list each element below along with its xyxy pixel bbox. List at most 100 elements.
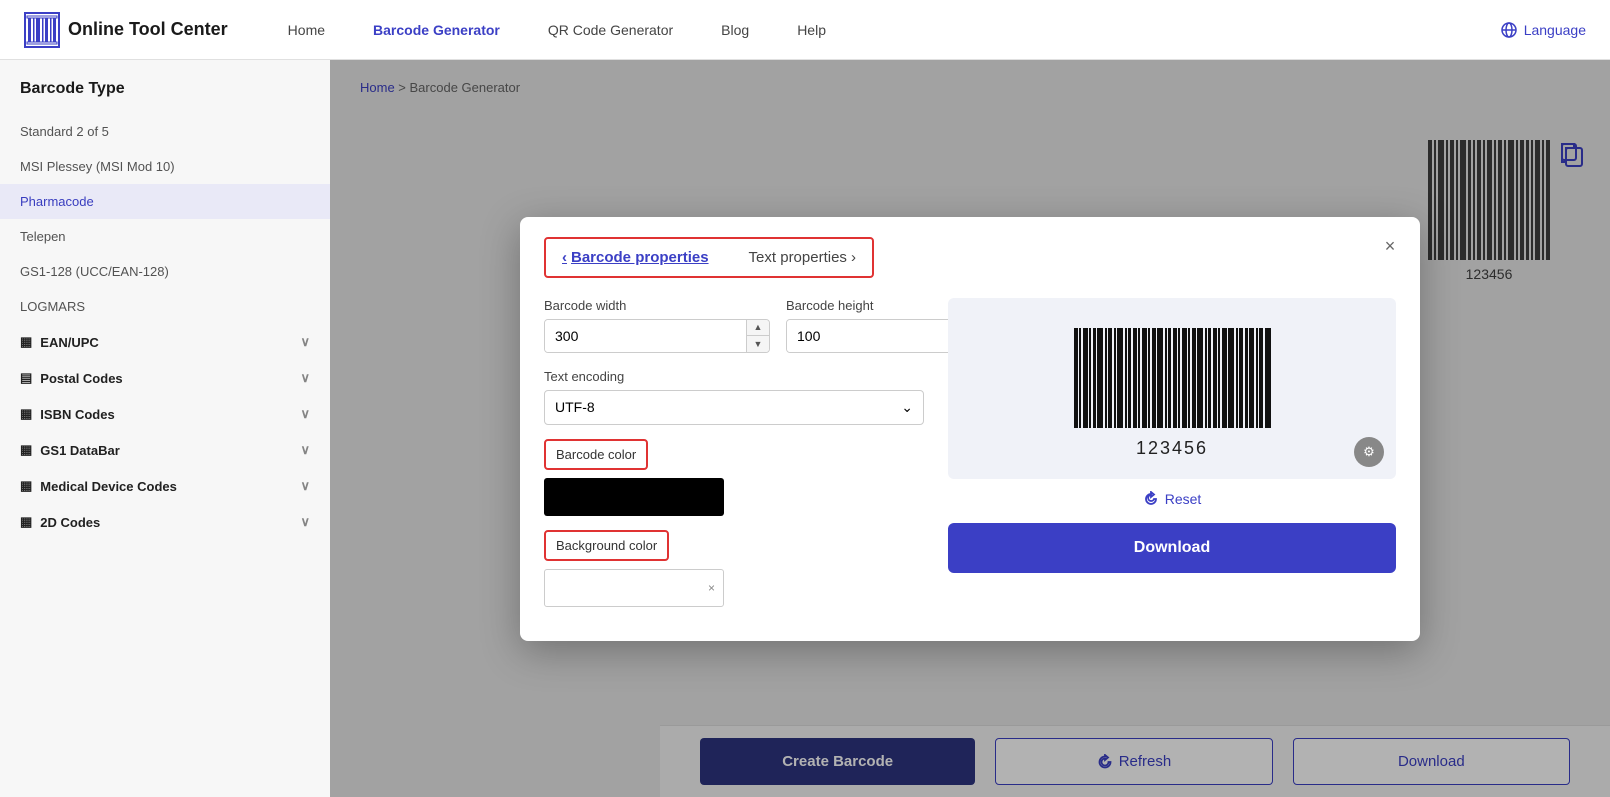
bar (1108, 328, 1112, 428)
nav-blog[interactable]: Blog (721, 22, 749, 38)
background-color-label: Background color (544, 530, 669, 561)
sidebar-group-medical[interactable]: ▦ Medical Device Codes ∨ (0, 468, 330, 504)
bar (1218, 328, 1220, 428)
sidebar-item-telepen[interactable]: Telepen (0, 219, 330, 254)
text-encoding-value: UTF-8 (555, 399, 595, 415)
bar (1138, 328, 1140, 428)
sidebar-item-msi[interactable]: MSI Plessey (MSI Mod 10) (0, 149, 330, 184)
reset-label: Reset (1165, 491, 1202, 507)
logo[interactable]: Online Tool Center (24, 12, 228, 48)
modal-left-panel: Barcode width ▲ ▼ Barco (544, 298, 924, 621)
nav-help[interactable]: Help (797, 22, 826, 38)
modal-overlay: ‹ Barcode properties Text properties › × (330, 60, 1610, 797)
dimensions-row: Barcode width ▲ ▼ Barco (544, 298, 924, 353)
sidebar-item-standard2of5[interactable]: Standard 2 of 5 (0, 114, 330, 149)
sidebar-group-postal[interactable]: ▤ Postal Codes ∨ (0, 360, 330, 396)
bar (1236, 328, 1238, 428)
modal-body: Barcode width ▲ ▼ Barco (520, 278, 1420, 641)
bar (1114, 328, 1116, 428)
bar (1197, 328, 1203, 428)
bar (1205, 328, 1207, 428)
logo-text: Online Tool Center (68, 19, 228, 40)
barcode-color-label: Barcode color (544, 439, 648, 470)
clear-bg-color-button[interactable]: × (708, 581, 715, 595)
bar (1173, 328, 1177, 428)
nav-barcode-generator[interactable]: Barcode Generator (373, 22, 500, 38)
background-color-swatch[interactable]: × (544, 569, 724, 607)
right-arrow-icon: › (851, 249, 856, 266)
bar (1249, 328, 1254, 428)
bar (1142, 328, 1147, 428)
nav-qr-code[interactable]: QR Code Generator (548, 22, 673, 38)
barcode-width-group: Barcode width ▲ ▼ (544, 298, 770, 353)
sidebar-item-logmars[interactable]: LOGMARS (0, 289, 330, 324)
bar (1265, 328, 1271, 428)
barcode-width-input[interactable] (545, 320, 746, 352)
logo-icon (24, 12, 60, 48)
sidebar-item-gs1-128[interactable]: GS1-128 (UCC/EAN-128) (0, 254, 330, 289)
language-selector[interactable]: Language (1500, 21, 1586, 39)
modal-right-panel: 123456 ⚙ Reset Download (948, 298, 1396, 621)
modal-tabs: ‹ Barcode properties Text properties › (544, 237, 874, 278)
sidebar-group-gs1databar[interactable]: ▦ GS1 DataBar ∨ (0, 432, 330, 468)
sidebar-item-pharmacode[interactable]: Pharmacode (0, 184, 330, 219)
bar (1125, 328, 1127, 428)
bar (1105, 328, 1107, 428)
bar (1168, 328, 1171, 428)
barcode-preview-number: 123456 (1136, 438, 1208, 459)
barcode-width-down[interactable]: ▼ (747, 336, 769, 352)
modal: ‹ Barcode properties Text properties › × (520, 217, 1420, 641)
bar (1148, 328, 1150, 428)
bar (1165, 328, 1167, 428)
bar (1182, 328, 1187, 428)
settings-icon: ⚙ (1363, 444, 1375, 460)
bar (1074, 328, 1078, 428)
postal-icon: ▤ (20, 370, 32, 386)
reset-icon (1143, 491, 1159, 507)
bar (1097, 328, 1103, 428)
chevron-down-icon: ∨ (300, 514, 310, 530)
bar (1157, 328, 1163, 428)
bar (1222, 328, 1227, 428)
bar (1245, 328, 1248, 428)
modal-header: ‹ Barcode properties Text properties › × (520, 217, 1420, 278)
modal-download-button[interactable]: Download (948, 523, 1396, 573)
chevron-down-icon: ∨ (300, 478, 310, 494)
barcode-options-button[interactable]: ⚙ (1354, 437, 1384, 467)
bar (1213, 328, 1217, 428)
bar (1133, 328, 1137, 428)
barcode-bars (1074, 328, 1271, 428)
barcode-width-spinner: ▲ ▼ (746, 320, 769, 352)
bar (1256, 328, 1258, 428)
bar (1228, 328, 1234, 428)
chevron-down-icon: ∨ (300, 370, 310, 386)
medical-icon: ▦ (20, 478, 32, 494)
sidebar: Barcode Type Standard 2 of 5 MSI Plessey… (0, 60, 330, 797)
bar (1188, 328, 1190, 428)
barcode-width-up[interactable]: ▲ (747, 320, 769, 337)
bar (1083, 328, 1088, 428)
chevron-down-icon: ∨ (300, 334, 310, 350)
bar (1079, 328, 1081, 428)
barcode-width-label: Barcode width (544, 298, 770, 313)
main-nav: Home Barcode Generator QR Code Generator… (288, 22, 1500, 38)
bar (1152, 328, 1156, 428)
bar (1093, 328, 1096, 428)
tab-barcode-properties[interactable]: ‹ Barcode properties (562, 249, 709, 266)
text-encoding-group: Text encoding UTF-8 ⌄ (544, 369, 924, 425)
background-color-section: Background color × (544, 530, 924, 607)
bar (1259, 328, 1263, 428)
modal-close-button[interactable]: × (1376, 233, 1404, 261)
sidebar-group-ean-upc[interactable]: ▦ EAN/UPC ∨ (0, 324, 330, 360)
tab-text-properties[interactable]: Text properties › (749, 249, 856, 266)
reset-button[interactable]: Reset (1143, 491, 1202, 507)
bar (1208, 328, 1211, 428)
sidebar-group-2d[interactable]: ▦ 2D Codes ∨ (0, 504, 330, 540)
nav-home[interactable]: Home (288, 22, 325, 38)
text-encoding-select[interactable]: UTF-8 ⌄ (544, 390, 924, 425)
sidebar-group-isbn[interactable]: ▦ ISBN Codes ∨ (0, 396, 330, 432)
bar (1239, 328, 1243, 428)
bar (1192, 328, 1196, 428)
barcode-color-swatch[interactable] (544, 478, 724, 516)
bar (1128, 328, 1131, 428)
